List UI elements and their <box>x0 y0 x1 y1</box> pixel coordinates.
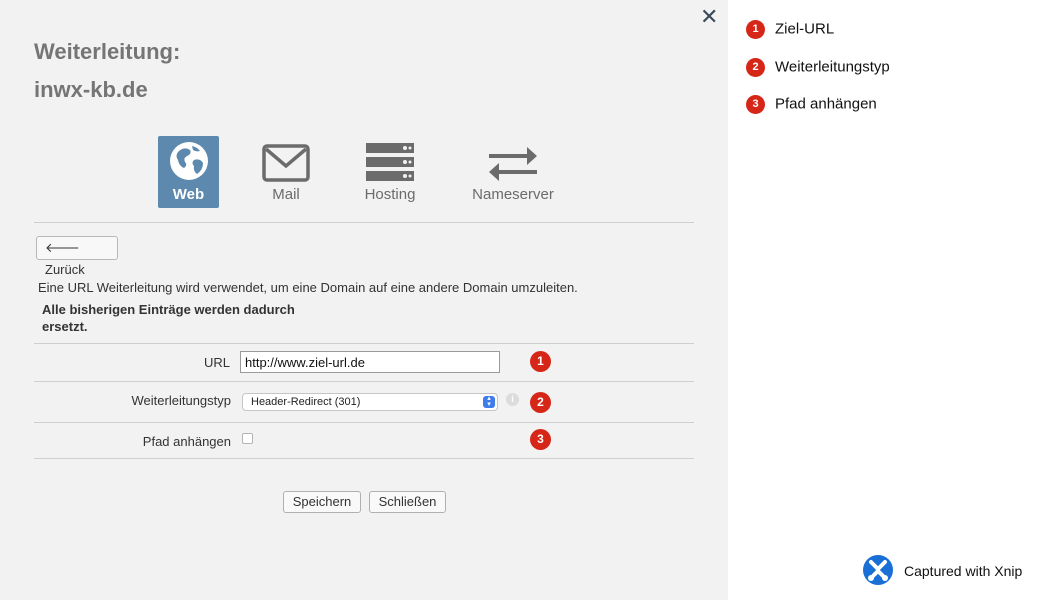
legend-label: Ziel-URL <box>775 20 835 38</box>
back-button-label: Zurück <box>45 262 85 277</box>
redirect-type-value: Header-Redirect (301) <box>251 396 361 408</box>
tab-hosting[interactable]: Hosting <box>355 136 425 208</box>
chevron-updown-icon: ▴ ▾ <box>483 395 495 408</box>
append-path-checkbox[interactable] <box>242 433 253 444</box>
arrow-left-icon: 🡐 <box>45 240 80 255</box>
divider <box>34 222 694 223</box>
divider <box>34 458 694 459</box>
legend-badge: 3 <box>746 95 765 114</box>
watermark-text: Captured with Xnip <box>904 563 1023 579</box>
divider <box>34 422 694 423</box>
description-text: Eine URL Weiterleitung wird verwendet, u… <box>38 280 578 295</box>
url-input[interactable] <box>240 351 500 373</box>
annotation-badge-1: 1 <box>530 351 551 372</box>
server-icon <box>366 143 414 181</box>
domain-title: inwx-kb.de <box>34 77 148 102</box>
legend-badge: 2 <box>746 58 765 77</box>
warning-line-2: ersetzt. <box>42 319 88 334</box>
service-tabs: Web Mail Hosting Nameserver <box>0 136 728 210</box>
tab-nameserver[interactable]: Nameserver <box>466 136 560 208</box>
divider <box>34 343 694 344</box>
warning-line-1: Alle bisherigen Einträge werden dadurch <box>42 302 295 317</box>
info-icon[interactable]: i <box>506 393 519 406</box>
redirect-type-select[interactable]: Header-Redirect (301) ▴ ▾ <box>242 393 498 411</box>
envelope-icon <box>262 144 310 182</box>
back-button[interactable]: 🡐 Zurück <box>36 236 118 277</box>
close-icon[interactable]: ✕ <box>700 6 718 28</box>
globe-icon <box>169 142 208 180</box>
legend-item: 3 Pfad anhängen <box>746 95 877 114</box>
url-label: URL <box>203 355 230 370</box>
divider <box>34 381 694 382</box>
tab-web-label: Web <box>172 186 205 203</box>
redirect-dialog: ✕ Weiterleitung: inwx-kb.de Web Mail Hos… <box>0 0 728 600</box>
annotation-badge-2: 2 <box>530 392 551 413</box>
close-button[interactable]: Schließen <box>369 491 446 513</box>
xnip-logo-icon <box>863 555 893 585</box>
tab-nameserver-label: Nameserver <box>472 186 554 203</box>
legend-badge: 1 <box>746 20 765 39</box>
exchange-arrows-icon <box>489 147 537 181</box>
tab-mail-label: Mail <box>272 186 300 203</box>
tab-mail[interactable]: Mail <box>256 136 316 208</box>
tab-web[interactable]: Web <box>158 136 219 208</box>
legend-label: Weiterleitungstyp <box>775 58 890 76</box>
save-button[interactable]: Speichern <box>283 491 361 513</box>
warning-text: Alle bisherigen Einträge werden dadurch … <box>42 301 322 335</box>
legend-label: Pfad anhängen <box>775 95 877 113</box>
type-label: Weiterleitungstyp <box>131 393 231 408</box>
path-label: Pfad anhängen <box>142 434 231 449</box>
legend-item: 2 Weiterleitungstyp <box>746 58 890 77</box>
legend-item: 1 Ziel-URL <box>746 20 834 39</box>
tab-hosting-label: Hosting <box>364 186 416 203</box>
dialog-title: Weiterleitung: <box>34 39 181 64</box>
annotation-badge-3: 3 <box>530 429 551 450</box>
